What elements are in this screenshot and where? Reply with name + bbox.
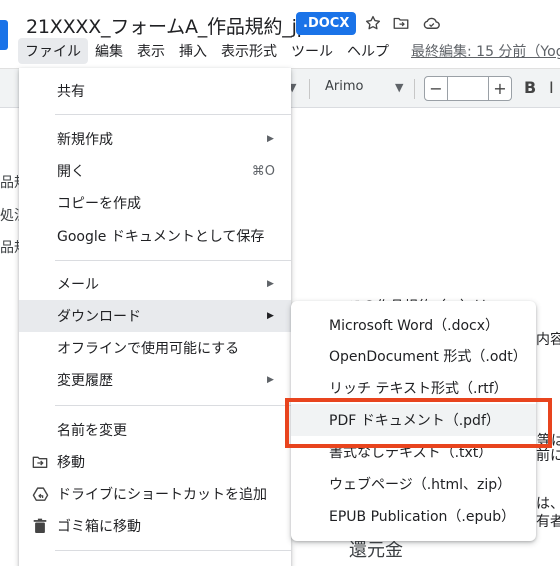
docs-logo[interactable] bbox=[0, 20, 8, 50]
menu-file[interactable]: ファイル bbox=[18, 38, 88, 64]
submenu-item-label: リッチ テキスト形式（.rtf） bbox=[329, 381, 508, 397]
font-size-increase-button[interactable]: + bbox=[489, 77, 511, 100]
drive-shortcut-icon bbox=[31, 485, 49, 503]
menu-view[interactable]: 表示 bbox=[130, 38, 172, 64]
menu-item-download[interactable]: ダウンロード ▶ bbox=[19, 300, 291, 332]
menu-item-label: 共有 bbox=[57, 84, 85, 100]
download-pdf[interactable]: PDF ドキュメント（.pdf） bbox=[291, 404, 536, 436]
document-title[interactable]: 21XXXX_フォームA_作品規約_jp bbox=[26, 12, 309, 39]
font-size-decrease-button[interactable]: − bbox=[425, 77, 447, 100]
toolbar-divider bbox=[309, 79, 310, 99]
download-epub[interactable]: EPUB Publication（.epub） bbox=[291, 500, 536, 532]
menu-divider bbox=[55, 114, 291, 115]
menu-help[interactable]: ヘルプ bbox=[340, 38, 396, 64]
download-submenu: Microsoft Word（.docx） OpenDocument 形式（.o… bbox=[291, 301, 536, 541]
menu-item-label: コピーを作成 bbox=[57, 196, 141, 212]
submenu-arrow-icon: ▶ bbox=[267, 279, 274, 289]
menu-item-offline[interactable]: オフラインで使用可能にする bbox=[19, 332, 291, 364]
menu-item-email[interactable]: メール ▶ bbox=[19, 268, 291, 300]
menu-item-label: ゴミ箱に移動 bbox=[57, 519, 141, 535]
menu-item-label: 名前を変更 bbox=[57, 423, 127, 439]
menu-item-open[interactable]: 開く ⌘O bbox=[19, 155, 291, 187]
menu-item-move[interactable]: 移動 bbox=[19, 446, 291, 478]
download-rtf[interactable]: リッチ テキスト形式（.rtf） bbox=[291, 372, 536, 404]
menu-divider bbox=[55, 550, 291, 551]
menu-item-label: 開く bbox=[57, 164, 85, 180]
document-text: 有者 bbox=[536, 514, 560, 530]
menu-item-version-history[interactable]: 変更履歴 ▶ bbox=[19, 364, 291, 396]
menu-item-label: メール bbox=[57, 277, 99, 293]
submenu-arrow-icon: ▶ bbox=[267, 375, 274, 385]
menu-item-label: 新規作成 bbox=[57, 132, 113, 148]
menu-item-label: Google ドキュメントとして保存 bbox=[57, 229, 265, 245]
folder-move-icon bbox=[31, 453, 49, 471]
menu-item-add-shortcut[interactable]: ドライブにショートカットを追加 bbox=[19, 478, 291, 510]
menu-item-label: オフラインで使用可能にする bbox=[57, 341, 240, 357]
font-size-input[interactable] bbox=[447, 77, 489, 100]
download-docx[interactable]: Microsoft Word（.docx） bbox=[291, 309, 536, 341]
menu-item-new[interactable]: 新規作成 ▶ bbox=[19, 123, 291, 155]
star-icon[interactable] bbox=[362, 12, 384, 34]
last-edit-link[interactable]: 最終編集: 15 分前（Yog bbox=[411, 41, 560, 61]
submenu-arrow-icon: ▶ bbox=[267, 311, 274, 321]
submenu-item-label: 書式なしテキスト（.txt） bbox=[329, 445, 493, 461]
submenu-arrow-icon: ▶ bbox=[267, 134, 274, 144]
menu-item-shortcut: ⌘O bbox=[251, 163, 275, 179]
document-text: 内容を bbox=[536, 332, 560, 348]
submenu-item-label: EPUB Publication（.epub） bbox=[329, 509, 516, 525]
docx-badge: .DOCX bbox=[296, 12, 357, 35]
menu-divider bbox=[55, 405, 291, 406]
download-html[interactable]: ウェブページ（.html、zip） bbox=[291, 468, 536, 500]
italic-button[interactable]: I bbox=[549, 78, 554, 97]
menu-bar: ファイル 編集 表示 挿入 表示形式 ツール ヘルプ bbox=[18, 38, 396, 64]
menu-item-label: 変更履歴 bbox=[57, 373, 113, 389]
submenu-item-label: Microsoft Word（.docx） bbox=[329, 318, 500, 334]
menu-item-rename[interactable]: 名前を変更 bbox=[19, 414, 291, 446]
menu-tools[interactable]: ツール bbox=[284, 38, 340, 64]
bold-button[interactable]: B bbox=[524, 78, 536, 97]
menu-item-trash[interactable]: ゴミ箱に移動 bbox=[19, 510, 291, 542]
document-text: 前に bbox=[536, 448, 560, 464]
download-odt[interactable]: OpenDocument 形式（.odt） bbox=[291, 340, 536, 372]
menu-insert[interactable]: 挿入 bbox=[172, 38, 214, 64]
submenu-item-label: ウェブページ（.html、zip） bbox=[329, 477, 512, 493]
font-name-dropdown[interactable]: Arimo bbox=[325, 79, 363, 94]
move-to-folder-icon[interactable] bbox=[390, 12, 412, 34]
menu-format[interactable]: 表示形式 bbox=[214, 38, 284, 64]
toolbar-divider bbox=[414, 79, 415, 99]
menu-item-save-as-google-docs[interactable]: Google ドキュメントとして保存 bbox=[19, 220, 291, 252]
font-size-control: − + bbox=[424, 76, 512, 101]
menu-item-label: ダウンロード bbox=[57, 309, 141, 325]
trash-icon bbox=[31, 517, 49, 535]
menu-divider bbox=[55, 260, 291, 261]
submenu-item-label: OpenDocument 形式（.odt） bbox=[329, 349, 527, 365]
document-text: は、 bbox=[536, 496, 560, 512]
menu-item-make-copy[interactable]: コピーを作成 bbox=[19, 187, 291, 219]
cloud-status-icon[interactable] bbox=[420, 12, 442, 34]
menu-item-share[interactable]: 共有 bbox=[19, 75, 291, 107]
file-menu: 共有 新規作成 ▶ 開く ⌘O コピーを作成 Google ドキュメントとして保… bbox=[19, 68, 291, 566]
font-dropdown-caret-icon[interactable]: ▼ bbox=[395, 81, 403, 94]
menu-item-label: 移動 bbox=[57, 455, 85, 471]
download-txt[interactable]: 書式なしテキスト（.txt） bbox=[291, 436, 536, 468]
menu-item-label: ドライブにショートカットを追加 bbox=[57, 487, 267, 503]
submenu-item-label: PDF ドキュメント（.pdf） bbox=[329, 413, 500, 429]
menu-edit[interactable]: 編集 bbox=[88, 38, 130, 64]
